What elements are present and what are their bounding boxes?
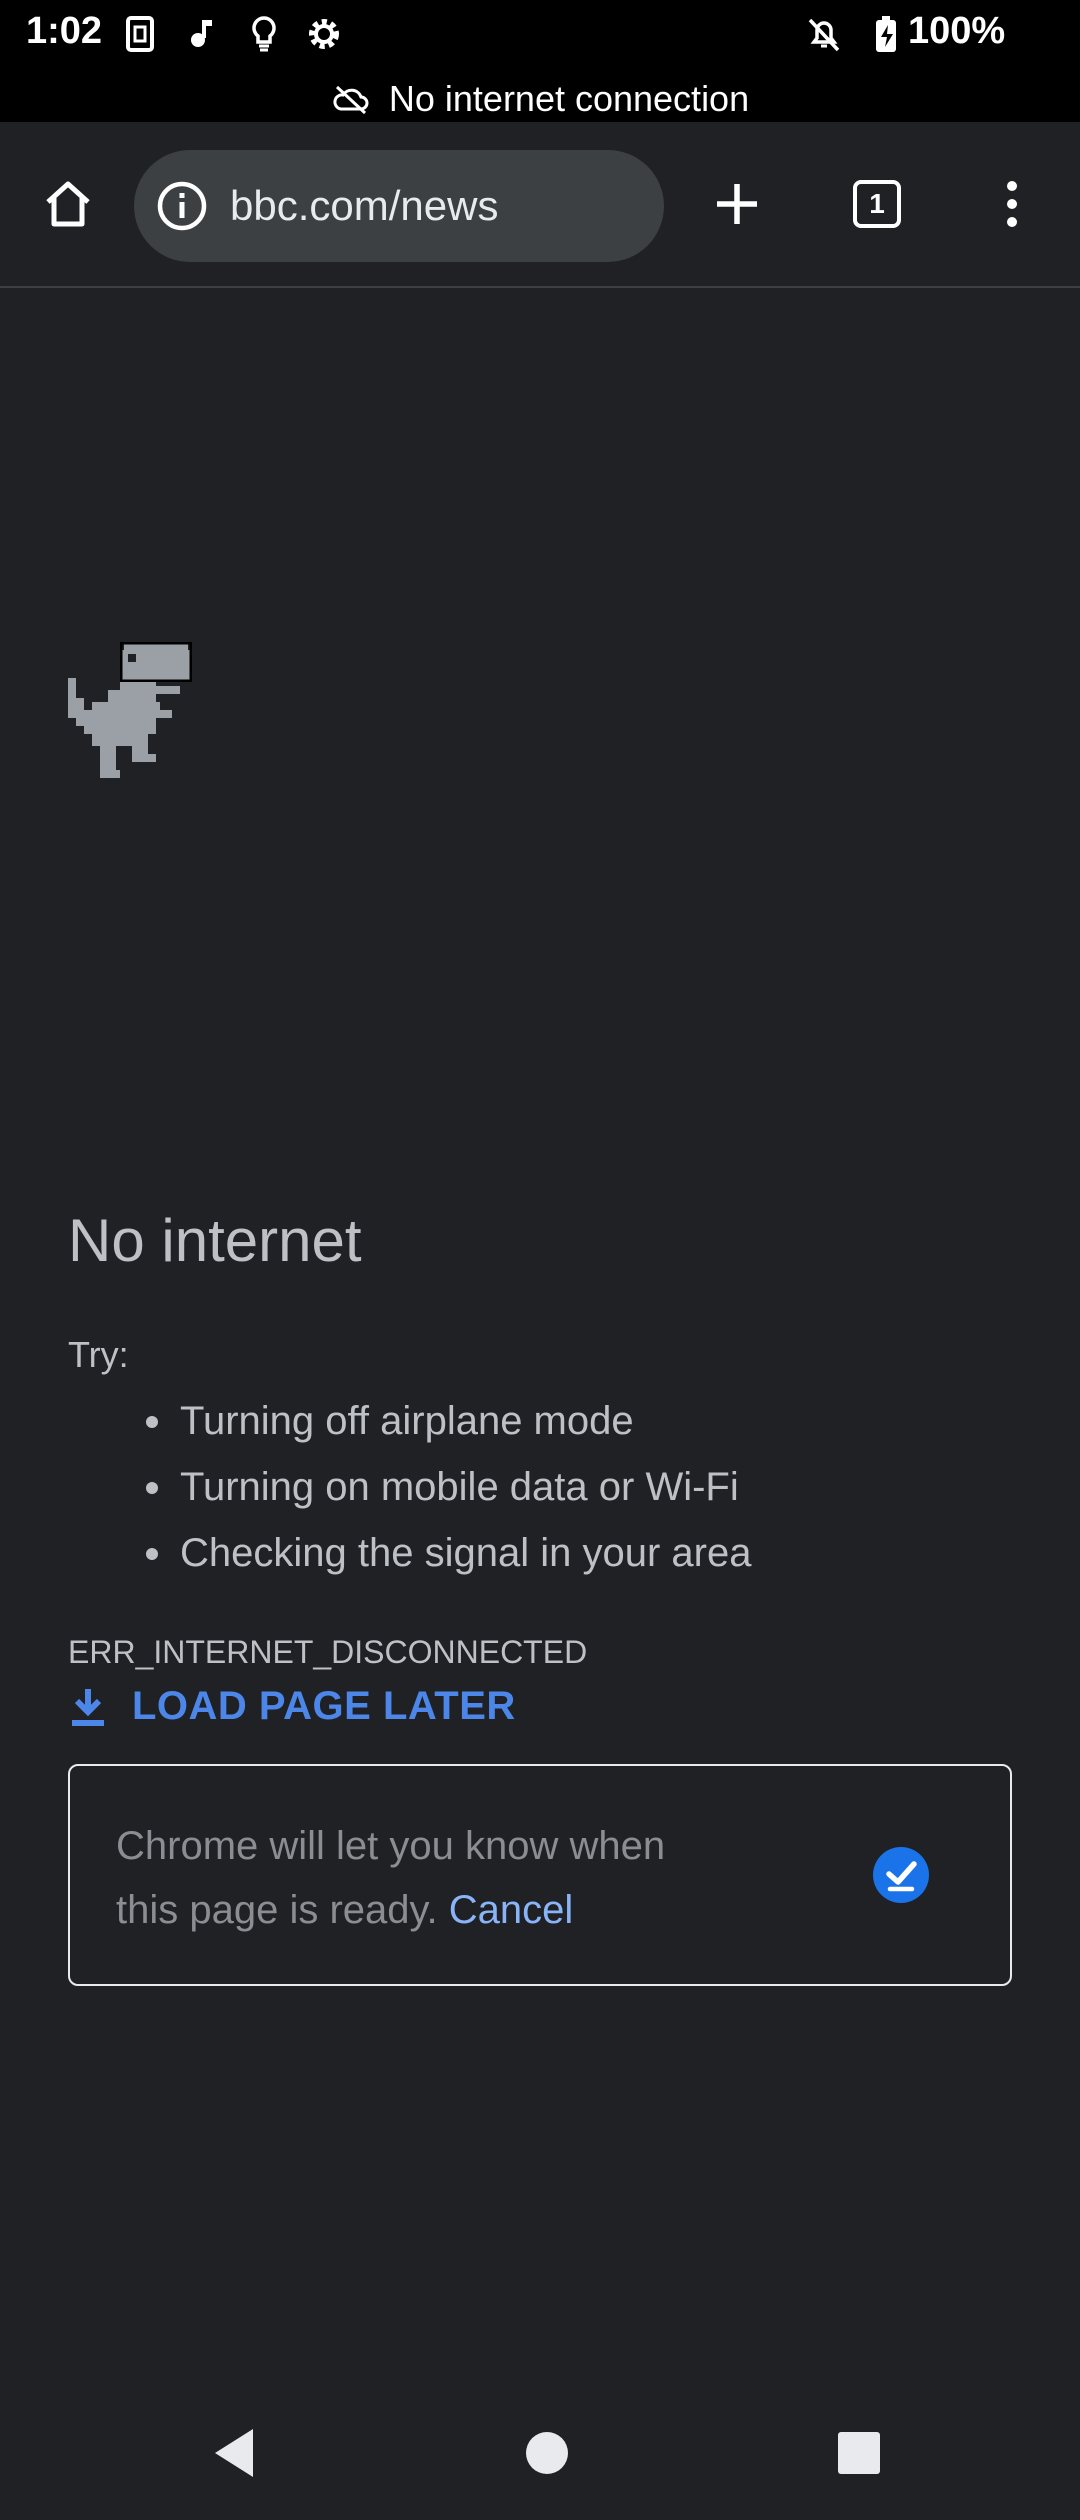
system-navigation-bar — [0, 2380, 1080, 2520]
suggestion-item: Checking the signal in your area — [145, 1520, 751, 1586]
home-icon — [46, 181, 90, 227]
offline-dino-icon — [68, 642, 192, 778]
back-icon — [215, 2429, 253, 2477]
tab-count-label: 1 — [869, 188, 885, 219]
more-vert-icon — [1007, 181, 1017, 227]
home-nav-button[interactable] — [502, 2408, 592, 2498]
load-page-later-label: LOAD PAGE LATER — [132, 1684, 516, 1728]
url-text[interactable]: bbc.com/news — [230, 182, 498, 230]
battery-charging-icon — [876, 16, 896, 52]
lightbulb-icon — [252, 16, 276, 52]
error-code: ERR_INTERNET_DISCONNECTED — [68, 1634, 588, 1670]
home-nav-icon — [526, 2432, 568, 2474]
cloud-off-icon — [333, 85, 369, 115]
notifications-off-icon — [808, 18, 840, 52]
load-page-later-button[interactable]: LOAD PAGE LATER — [68, 1684, 516, 1729]
battery-percentage: 100% — [908, 10, 1006, 52]
browser-toolbar: bbc.com/news 1 — [0, 122, 1080, 288]
cancel-link[interactable]: Cancel — [449, 1888, 574, 1932]
tab-switcher-icon: 1 — [853, 180, 901, 228]
new-tab-button[interactable] — [692, 156, 782, 252]
more-options-button[interactable] — [972, 156, 1052, 252]
suggestion-item: Turning off airplane mode — [145, 1388, 751, 1454]
connection-banner-text: No internet connection — [388, 78, 750, 119]
connection-banner: No internet connection — [0, 76, 1080, 122]
error-heading: No internet — [68, 1207, 362, 1274]
notice-message: Chrome will let you know when this page … — [116, 1824, 666, 1932]
download-icon — [72, 1688, 104, 1726]
status-time: 1:02 — [26, 10, 103, 52]
notice-text-block: Chrome will let you know when this page … — [116, 1814, 736, 1942]
scheduled-download-notice: Chrome will let you know when this page … — [68, 1764, 1012, 1986]
recents-button[interactable] — [814, 2408, 904, 2498]
scheduled-check-icon — [873, 1847, 929, 1903]
back-button[interactable] — [190, 2408, 280, 2498]
recents-icon — [838, 2432, 880, 2474]
settings-gear-icon — [309, 19, 339, 49]
address-bar[interactable]: bbc.com/news — [134, 150, 664, 262]
music-note-icon — [191, 20, 212, 47]
try-label: Try: — [68, 1334, 129, 1375]
suggestion-item: Turning on mobile data or Wi-Fi — [145, 1454, 751, 1520]
home-button[interactable] — [30, 156, 106, 252]
sim-card-icon — [126, 16, 154, 52]
plus-icon — [717, 184, 757, 224]
suggestion-list: Turning off airplane mode Turning on mob… — [145, 1388, 751, 1586]
status-bar: 1:02 100% No internet connection — [0, 0, 1080, 122]
info-icon[interactable] — [154, 178, 210, 234]
tab-switcher-button[interactable]: 1 — [832, 156, 922, 252]
